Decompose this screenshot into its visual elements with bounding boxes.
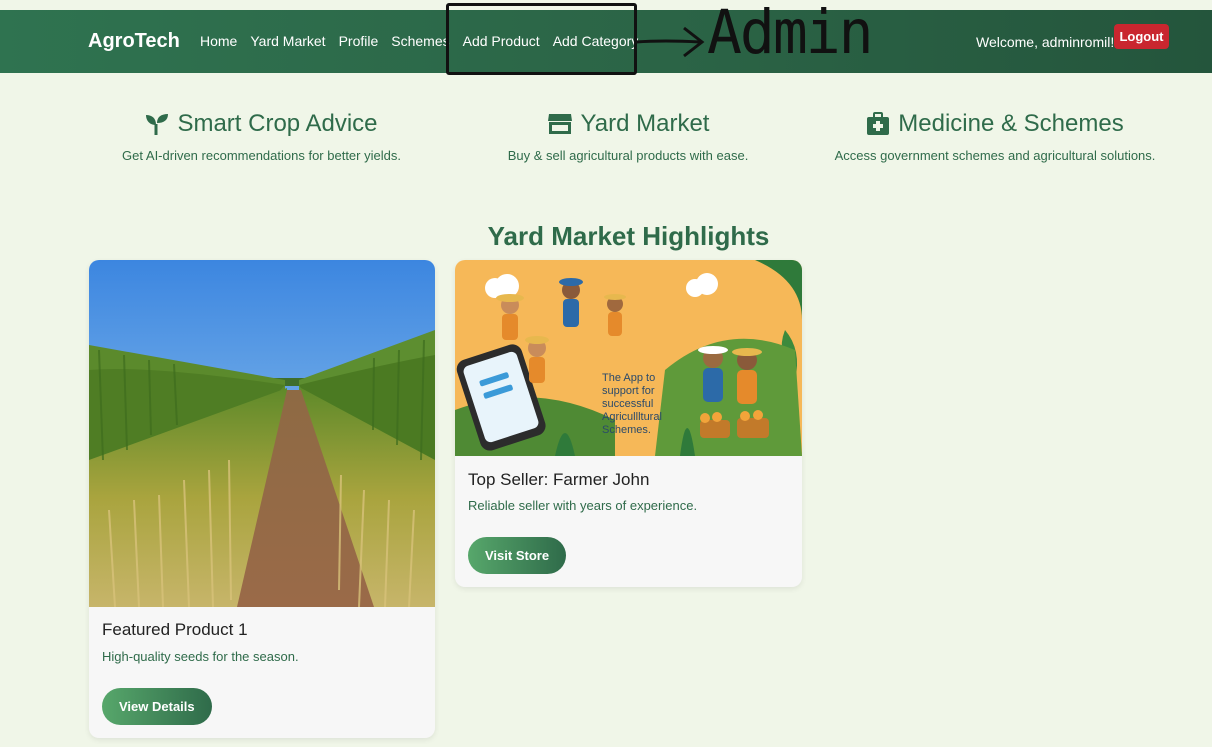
annotation-arrow-icon xyxy=(635,26,705,58)
product-card: Featured Product 1 High-quality seeds fo… xyxy=(89,260,435,738)
brand-logo[interactable]: AgroTech xyxy=(88,30,180,53)
nav-link-home[interactable]: Home xyxy=(200,33,237,49)
welcome-text: Welcome, adminromil! xyxy=(976,34,1115,50)
card-title: Top Seller: Farmer John xyxy=(468,470,650,489)
card-desc: Reliable seller with years of experience… xyxy=(468,498,698,513)
feature-yard-market: Yard Market Buy & sell agricultural prod… xyxy=(478,110,778,163)
highlights-title: Yard Market Highlights xyxy=(487,221,770,251)
seller-card: The App to support for successful Agricu… xyxy=(455,260,802,587)
feature-title: Yard Market xyxy=(580,110,710,137)
feature-smart-crop: Smart Crop Advice Get AI-driven recommen… xyxy=(110,110,413,163)
visit-store-button[interactable]: Visit Store xyxy=(468,537,567,574)
nav-link-profile[interactable]: Profile xyxy=(339,33,379,49)
logout-button[interactable]: Logout xyxy=(1114,24,1169,49)
feature-medicine-schemes: Medicine & Schemes Access government sch… xyxy=(826,110,1164,163)
wheat-field-image xyxy=(89,260,435,607)
store-icon xyxy=(547,114,572,134)
annotation-box xyxy=(446,3,637,75)
feature-title: Smart Crop Advice xyxy=(177,110,378,137)
medkit-icon xyxy=(867,112,890,135)
card-desc: High-quality seeds for the season. xyxy=(102,649,299,664)
seedling-icon xyxy=(146,114,169,135)
nav-link-yard-market[interactable]: Yard Market xyxy=(250,33,325,49)
view-details-button[interactable]: View Details xyxy=(102,688,212,725)
svg-text:The App to: The App to xyxy=(602,372,655,384)
feature-desc: Access government schemes and agricultur… xyxy=(834,148,1156,163)
feature-title: Medicine & Schemes xyxy=(898,110,1124,137)
feature-desc: Get AI-driven recommendations for better… xyxy=(122,148,401,163)
nav-link-schemes[interactable]: Schemes xyxy=(391,33,449,49)
svg-text:Agricullltural: Agricullltural xyxy=(602,411,662,423)
annotation-text: Admin xyxy=(707,0,874,68)
farmers-app-illustration: The App to support for successful Agricu… xyxy=(455,260,802,456)
card-title: Featured Product 1 xyxy=(102,620,248,639)
svg-text:support for: support for xyxy=(602,385,655,397)
svg-text:successful: successful xyxy=(602,398,653,410)
svg-text:Schemes.: Schemes. xyxy=(602,424,651,436)
feature-desc: Buy & sell agricultural products with ea… xyxy=(507,148,749,163)
